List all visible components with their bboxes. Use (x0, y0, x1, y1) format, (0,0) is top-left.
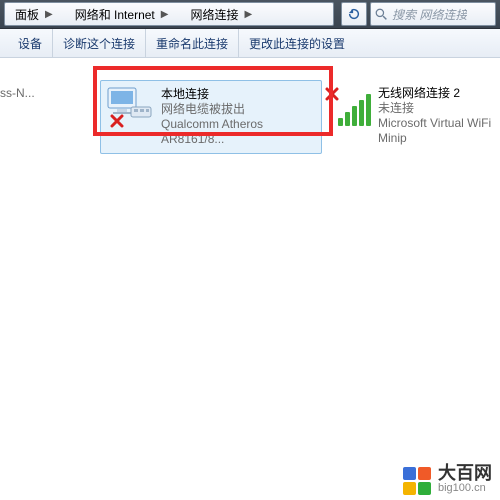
connection-status: 未连接 (378, 101, 500, 116)
chevron-right-icon: ▶ (238, 9, 258, 20)
connection-title: 本地连接 (161, 87, 315, 102)
signal-bars-icon (338, 94, 371, 126)
search-input[interactable]: 搜索 网络连接 (370, 2, 496, 26)
breadcrumb-label: 网络连接 (190, 6, 238, 23)
search-icon (375, 8, 388, 21)
chevron-right-icon: ▶ (155, 9, 175, 20)
breadcrumb-network-connections[interactable]: 网络连接▶ (180, 3, 264, 25)
search-placeholder: 搜索 网络连接 (392, 6, 467, 23)
error-x-icon (109, 113, 125, 129)
watermark: 大百网 big100.cn (402, 466, 492, 496)
toolbar-diagnose[interactable]: 诊断这个连接 (53, 29, 146, 57)
watermark-url: big100.cn (438, 481, 492, 496)
breadcrumb-label: 网络和 Internet (75, 6, 155, 23)
connection-title: 无线网络连接 2 (378, 86, 500, 101)
content-pane: crino(R) Wireless-N... 本地连接 网络电缆被拔出 Qual… (0, 58, 500, 500)
breadcrumb-network-internet[interactable]: 网络和 Internet▶ (65, 3, 181, 25)
connection-icon (324, 86, 372, 126)
connection-status: 网络电缆被拔出 (161, 102, 315, 117)
connection-item-wireless[interactable]: crino(R) Wireless-N... (0, 80, 102, 132)
toolbar: 设备 诊断这个连接 重命名此连接 更改此连接的设置 (0, 29, 500, 58)
connection-item-local[interactable]: 本地连接 网络电缆被拔出 Qualcomm Atheros AR8161/8..… (100, 80, 322, 154)
connection-device: Qualcomm Atheros AR8161/8... (161, 117, 315, 147)
toolbar-rename[interactable]: 重命名此连接 (146, 29, 239, 57)
breadcrumb-control-panel[interactable]: 面板▶ (5, 3, 65, 25)
chevron-right-icon: ▶ (39, 9, 59, 20)
address-bar: 面板▶ 网络和 Internet▶ 网络连接▶ 搜索 网络连接 (0, 0, 500, 29)
breadcrumb-label: 面板 (15, 6, 39, 23)
watermark-name: 大百网 (438, 466, 492, 481)
connection-device: Microsoft Virtual WiFi Minip (378, 116, 500, 146)
connection-device: crino(R) Wireless-N... (0, 86, 35, 101)
connection-icon (107, 87, 155, 127)
connection-item-wireless2[interactable]: 无线网络连接 2 未连接 Microsoft Virtual WiFi Mini… (318, 80, 500, 152)
watermark-logo (402, 466, 432, 496)
refresh-button[interactable] (341, 2, 367, 26)
toolbar-disable-device[interactable]: 设备 (8, 29, 53, 57)
toolbar-settings[interactable]: 更改此连接的设置 (239, 29, 355, 57)
refresh-icon (347, 7, 361, 21)
breadcrumb[interactable]: 面板▶ 网络和 Internet▶ 网络连接▶ (4, 2, 334, 26)
